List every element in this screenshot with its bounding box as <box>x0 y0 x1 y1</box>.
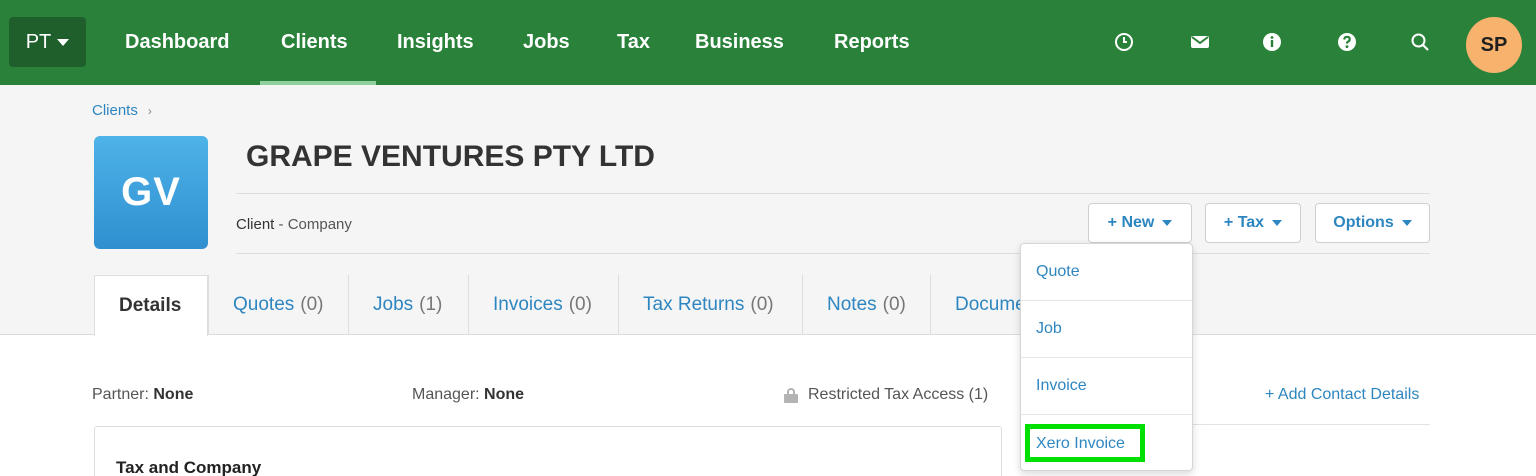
chevron-down-icon <box>1272 220 1283 226</box>
manager-label: Manager: <box>412 386 480 403</box>
restricted-tax-access[interactable]: Restricted Tax Access (1) <box>784 386 988 404</box>
chevron-down-icon <box>1162 220 1173 226</box>
tab-label: Jobs <box>373 294 414 315</box>
top-nav: PT Dashboard Clients Insights Jobs Tax B… <box>0 0 1536 85</box>
tab-quotes[interactable]: Quotes (0) <box>208 275 348 335</box>
breadcrumb-clients[interactable]: Clients <box>92 102 138 119</box>
nav-jobs[interactable]: Jobs <box>523 0 570 85</box>
avatar[interactable]: SP <box>1466 17 1522 73</box>
client-type: Client - Company <box>236 216 352 233</box>
tab-invoices[interactable]: Invoices (0) <box>468 275 618 335</box>
tab-label: Tax Returns <box>643 294 745 315</box>
menu-item-job[interactable]: Job <box>1021 301 1192 358</box>
help-icon[interactable] <box>1334 29 1360 55</box>
clock-icon[interactable] <box>1111 29 1137 55</box>
page-title: GRAPE VENTURES PTY LTD <box>246 140 655 173</box>
tab-label: Quotes <box>233 294 295 315</box>
add-contact-details-link[interactable]: + Add Contact Details <box>1265 386 1419 404</box>
chevron-down-icon <box>57 38 70 46</box>
client-type-prefix: Client <box>236 216 275 233</box>
new-button[interactable]: + New <box>1088 203 1192 243</box>
tab-label: Notes <box>827 294 877 315</box>
options-button[interactable]: Options <box>1315 203 1430 243</box>
tab-count: (0) <box>882 294 906 315</box>
tab-details[interactable]: Details <box>94 275 208 336</box>
tab-notes[interactable]: Notes (0) <box>802 275 930 335</box>
manager-value: None <box>484 386 525 403</box>
nav-tax[interactable]: Tax <box>617 0 650 85</box>
panel-title: Tax and Company <box>116 458 262 476</box>
tab-count: (0) <box>750 294 774 315</box>
partner-field: Partner: None <box>92 386 193 404</box>
divider <box>1193 424 1430 425</box>
add-tax-button[interactable]: + Tax <box>1205 203 1301 243</box>
tab-tax-returns[interactable]: Tax Returns (0) <box>618 275 802 335</box>
mail-icon[interactable] <box>1187 29 1213 55</box>
nav-insights[interactable]: Insights <box>397 0 474 85</box>
lock-icon <box>784 388 798 403</box>
info-icon[interactable] <box>1259 29 1285 55</box>
org-label: PT <box>25 30 52 53</box>
restricted-tax-label: Restricted Tax Access (1) <box>808 386 989 403</box>
tab-label: Details <box>119 295 182 316</box>
client-type-value: Company <box>287 216 352 233</box>
tab-label: Invoices <box>493 294 563 315</box>
menu-item-quote[interactable]: Quote <box>1021 244 1192 301</box>
tax-button-label: + Tax <box>1223 214 1265 231</box>
tab-count: (0) <box>300 294 324 315</box>
options-button-label: Options <box>1333 214 1394 231</box>
org-switcher[interactable]: PT <box>9 17 86 67</box>
tab-count: (0) <box>568 294 592 315</box>
nav-dashboard[interactable]: Dashboard <box>125 0 229 85</box>
partner-value: None <box>153 386 194 403</box>
divider <box>236 193 1430 194</box>
nav-reports[interactable]: Reports <box>834 0 910 85</box>
tab-label: Docume <box>955 294 1026 315</box>
partner-label: Partner: <box>92 386 149 403</box>
menu-item-invoice[interactable]: Invoice <box>1021 358 1192 415</box>
client-type-separator: - <box>274 216 288 233</box>
chevron-right-icon: › <box>147 103 152 118</box>
nav-clients[interactable]: Clients <box>281 0 348 85</box>
highlight-box <box>1025 424 1145 462</box>
tab-jobs[interactable]: Jobs (1) <box>348 275 468 335</box>
chevron-down-icon <box>1401 220 1412 226</box>
tab-count: (1) <box>419 294 443 315</box>
breadcrumb: Clients › <box>92 102 152 119</box>
client-logo: GV <box>94 136 208 249</box>
new-button-label: + New <box>1107 214 1155 231</box>
search-icon[interactable] <box>1407 29 1433 55</box>
nav-business[interactable]: Business <box>695 0 784 85</box>
divider <box>236 253 1430 254</box>
manager-field: Manager: None <box>412 386 524 404</box>
